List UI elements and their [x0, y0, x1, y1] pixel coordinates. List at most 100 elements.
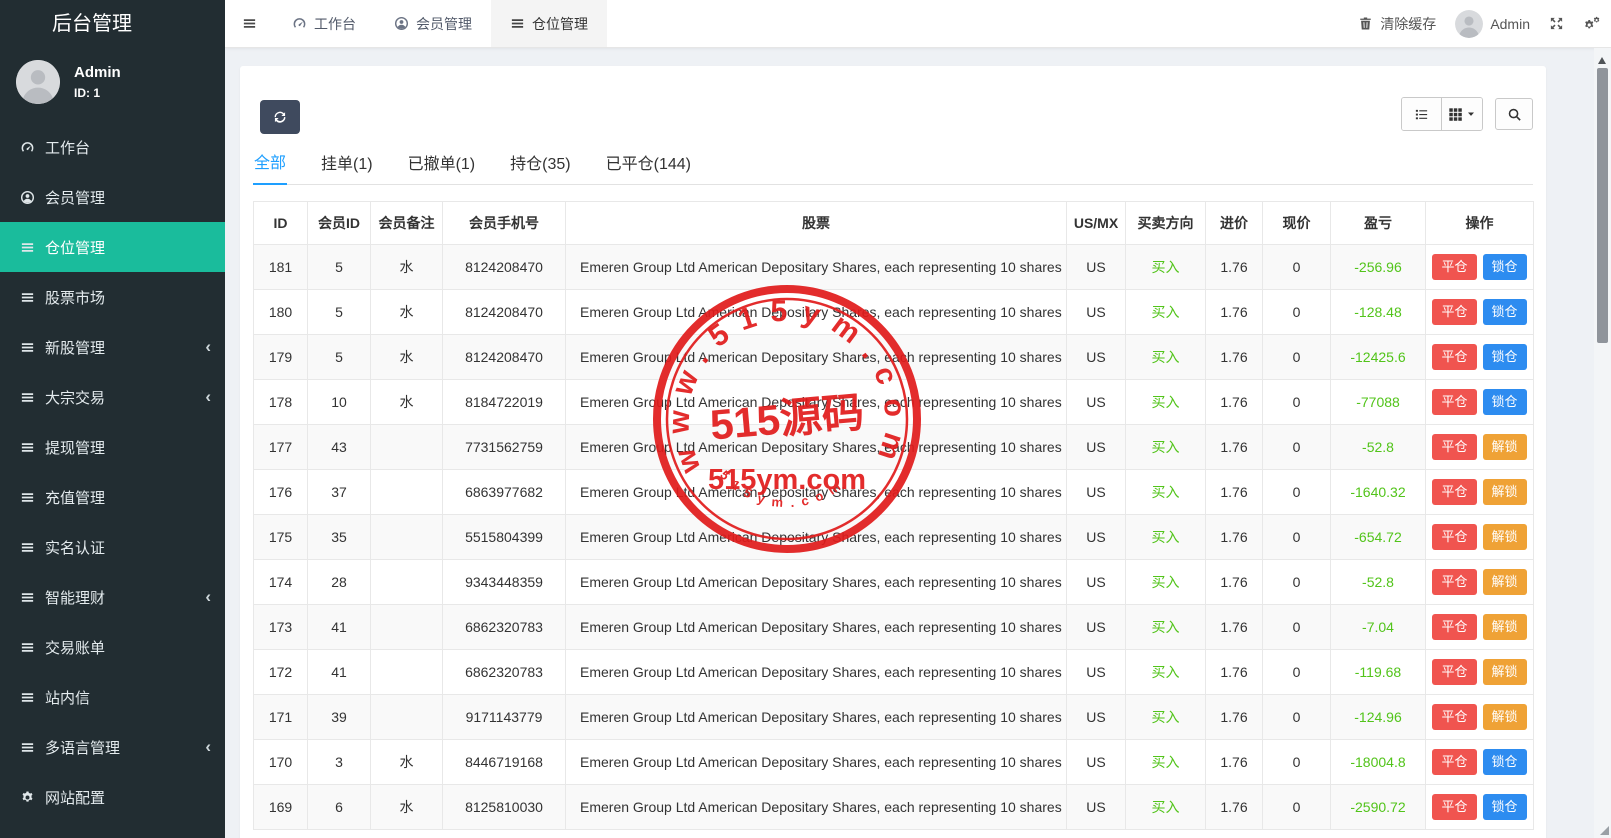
clear-cache-button[interactable]: 清除缓存 — [1358, 14, 1436, 34]
cell-stock: Emeren Group Ltd American Depositary Sha… — [566, 785, 1067, 830]
column-header-进价: 进价 — [1206, 202, 1263, 245]
lock-position-button[interactable]: 锁仓 — [1483, 389, 1527, 415]
scrollbar-thumb[interactable] — [1597, 68, 1608, 343]
unlock-position-button[interactable]: 解锁 — [1483, 704, 1527, 730]
topbar-tab-label: 会员管理 — [416, 14, 472, 34]
cell-stock: Emeren Group Ltd American Depositary Sha… — [566, 560, 1067, 605]
tab-持仓(35)[interactable]: 持仓(35) — [509, 150, 571, 184]
expand-icon — [1549, 16, 1564, 31]
fullscreen-button[interactable] — [1549, 16, 1564, 31]
cell-member-id: 28 — [308, 560, 371, 605]
sidebar-item-会员管理[interactable]: 会员管理 — [0, 172, 225, 222]
sidebar-item-新股管理[interactable]: 新股管理‹ — [0, 322, 225, 372]
lock-position-button[interactable]: 锁仓 — [1483, 254, 1527, 280]
close-position-button[interactable]: 平仓 — [1432, 659, 1476, 685]
sidebar-item-股票市场[interactable]: 股票市场 — [0, 272, 225, 322]
cell-actions: 平仓解锁 — [1426, 470, 1534, 515]
unlock-position-button[interactable]: 解锁 — [1483, 569, 1527, 595]
sidebar-item-实名认证[interactable]: 实名认证 — [0, 522, 225, 572]
cell-market: US — [1067, 785, 1126, 830]
sidebar-item-大宗交易[interactable]: 大宗交易‹ — [0, 372, 225, 422]
cell-market: US — [1067, 650, 1126, 695]
cell-entry-price: 1.76 — [1206, 470, 1263, 515]
cell-current-price: 0 — [1263, 425, 1331, 470]
lock-position-button[interactable]: 锁仓 — [1483, 794, 1527, 820]
sidebar-item-充值管理[interactable]: 充值管理 — [0, 472, 225, 522]
cell-member-remark — [371, 560, 443, 605]
sidebar-item-智能理财[interactable]: 智能理财‹ — [0, 572, 225, 622]
cell-id: 170 — [254, 740, 308, 785]
cell-member-remark — [371, 470, 443, 515]
menu-icon — [19, 590, 35, 605]
cell-stock: Emeren Group Ltd American Depositary Sha… — [566, 650, 1067, 695]
grid-view-button[interactable] — [1441, 98, 1482, 130]
topbar-tab-工作台[interactable]: 工作台 — [273, 0, 375, 47]
unlock-position-button[interactable]: 解锁 — [1483, 434, 1527, 460]
sidebar-item-网站配置[interactable]: 网站配置 — [0, 772, 225, 822]
cell-actions: 平仓解锁 — [1426, 515, 1534, 560]
cell-current-price: 0 — [1263, 380, 1331, 425]
sidebar-item-交易账单[interactable]: 交易账单 — [0, 622, 225, 672]
close-position-button[interactable]: 平仓 — [1432, 389, 1476, 415]
cell-market: US — [1067, 560, 1126, 605]
tab-挂单(1)[interactable]: 挂单(1) — [320, 150, 374, 184]
table-row: 174289343448359Emeren Group Ltd American… — [254, 560, 1534, 605]
close-position-button[interactable]: 平仓 — [1432, 704, 1476, 730]
topbar-tab-仓位管理[interactable]: 仓位管理 — [491, 0, 607, 47]
cell-actions: 平仓锁仓 — [1426, 785, 1534, 830]
cell-stock: Emeren Group Ltd American Depositary Sha… — [566, 245, 1067, 290]
sidebar-item-多语言管理[interactable]: 多语言管理‹ — [0, 722, 225, 772]
lock-position-button[interactable]: 锁仓 — [1483, 344, 1527, 370]
vertical-scrollbar[interactable] — [1594, 48, 1611, 838]
list-view-icon — [1414, 107, 1429, 122]
unlock-position-button[interactable]: 解锁 — [1483, 614, 1527, 640]
lock-position-button[interactable]: 锁仓 — [1483, 749, 1527, 775]
cell-id: 178 — [254, 380, 308, 425]
sidebar-item-工作台[interactable]: 工作台 — [0, 122, 225, 172]
cell-current-price: 0 — [1263, 740, 1331, 785]
close-position-button[interactable]: 平仓 — [1432, 614, 1476, 640]
tab-已撤单(1)[interactable]: 已撤单(1) — [407, 150, 477, 184]
content-card: 全部挂单(1)已撤单(1)持仓(35)已平仓(144) ID会员ID会员备注会员… — [240, 66, 1546, 838]
tab-全部[interactable]: 全部 — [253, 149, 287, 185]
cell-member-id: 37 — [308, 470, 371, 515]
list-view-button[interactable] — [1402, 98, 1441, 130]
sidebar-item-站内信[interactable]: 站内信 — [0, 672, 225, 722]
sidebar-item-仓位管理[interactable]: 仓位管理 — [0, 222, 225, 272]
refresh-button[interactable] — [260, 100, 300, 134]
sidebar-toggle-button[interactable] — [225, 0, 273, 47]
sidebar-item-提现管理[interactable]: 提现管理 — [0, 422, 225, 472]
cell-current-price: 0 — [1263, 515, 1331, 560]
cell-market: US — [1067, 740, 1126, 785]
unlock-position-button[interactable]: 解锁 — [1483, 479, 1527, 505]
topbar-actions: 清除缓存 Admin — [1358, 0, 1611, 47]
cell-stock: Emeren Group Ltd American Depositary Sha… — [566, 425, 1067, 470]
cell-current-price: 0 — [1263, 605, 1331, 650]
cell-entry-price: 1.76 — [1206, 605, 1263, 650]
close-position-button[interactable]: 平仓 — [1432, 434, 1476, 460]
close-position-button[interactable]: 平仓 — [1432, 794, 1476, 820]
table-row: 1805水8124208470Emeren Group Ltd American… — [254, 290, 1534, 335]
cell-current-price: 0 — [1263, 335, 1331, 380]
settings-button[interactable] — [1583, 16, 1601, 31]
search-button[interactable] — [1495, 98, 1533, 130]
close-position-button[interactable]: 平仓 — [1432, 569, 1476, 595]
unlock-position-button[interactable]: 解锁 — [1483, 659, 1527, 685]
cell-stock: Emeren Group Ltd American Depositary Sha… — [566, 290, 1067, 335]
lock-position-button[interactable]: 锁仓 — [1483, 299, 1527, 325]
tab-已平仓(144)[interactable]: 已平仓(144) — [605, 150, 692, 184]
close-position-button[interactable]: 平仓 — [1432, 479, 1476, 505]
cell-member-id: 10 — [308, 380, 371, 425]
close-position-button[interactable]: 平仓 — [1432, 344, 1476, 370]
scrollbar-up-arrow[interactable] — [1598, 57, 1606, 64]
close-position-button[interactable]: 平仓 — [1432, 299, 1476, 325]
topbar-user-menu[interactable]: Admin — [1455, 10, 1530, 38]
close-position-button[interactable]: 平仓 — [1432, 749, 1476, 775]
close-position-button[interactable]: 平仓 — [1432, 524, 1476, 550]
close-position-button[interactable]: 平仓 — [1432, 254, 1476, 280]
unlock-position-button[interactable]: 解锁 — [1483, 524, 1527, 550]
table-row: 17810水8184722019Emeren Group Ltd America… — [254, 380, 1534, 425]
topbar-tab-会员管理[interactable]: 会员管理 — [375, 0, 491, 47]
trash-icon — [1358, 16, 1373, 31]
cell-member-remark: 水 — [371, 740, 443, 785]
